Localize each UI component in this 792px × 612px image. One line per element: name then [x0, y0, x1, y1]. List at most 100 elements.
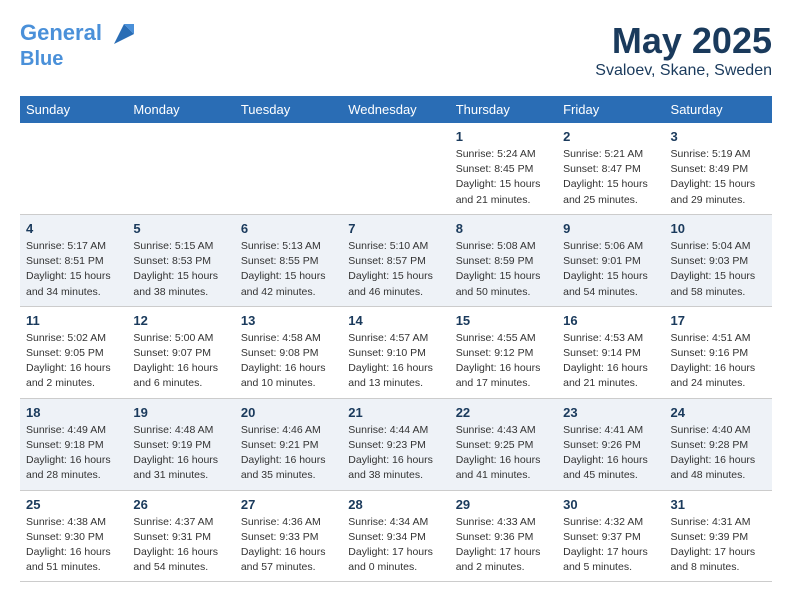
calendar-header: SundayMondayTuesdayWednesdayThursdayFrid… — [20, 96, 772, 123]
day-info: Sunrise: 5:13 AM Sunset: 8:55 PM Dayligh… — [241, 239, 336, 300]
calendar-cell: 23Sunrise: 4:41 AM Sunset: 9:26 PM Dayli… — [557, 398, 664, 490]
week-row-3: 18Sunrise: 4:49 AM Sunset: 9:18 PM Dayli… — [20, 398, 772, 490]
week-row-0: 1 Sunrise: 5:24 AM Sunset: 8:45 PM Daylig… — [20, 123, 772, 214]
day-info: Sunrise: 5:19 AM Sunset: 8:49 PM Dayligh… — [671, 147, 766, 208]
day-number: 20 — [241, 405, 336, 420]
calendar-cell: 30Sunrise: 4:32 AM Sunset: 9:37 PM Dayli… — [557, 490, 664, 582]
calendar-cell: 28 Sunrise: 4:34 AM Sunset: 9:34 PM Dayli… — [342, 490, 449, 582]
day-info: Sunrise: 4:41 AM Sunset: 9:26 PM Dayligh… — [563, 423, 658, 484]
day-number: 15 — [456, 313, 551, 328]
day-number: 28 — [348, 497, 443, 512]
calendar-cell: 1 Sunrise: 5:24 AM Sunset: 8:45 PM Daylig… — [450, 123, 557, 214]
calendar-cell: 12 Sunrise: 5:00 AM Sunset: 9:07 PM Dayli… — [127, 306, 234, 398]
calendar-cell: 4Sunrise: 5:17 AM Sunset: 8:51 PM Daylig… — [20, 214, 127, 306]
week-row-4: 25Sunrise: 4:38 AM Sunset: 9:30 PM Dayli… — [20, 490, 772, 582]
page-header: General Blue May 2025 Svaloev, Skane, Sw… — [20, 20, 772, 80]
day-number: 25 — [26, 497, 121, 512]
header-col-saturday: Saturday — [665, 96, 772, 123]
day-info: Sunrise: 5:04 AM Sunset: 9:03 PM Dayligh… — [671, 239, 766, 300]
day-number: 16 — [563, 313, 658, 328]
day-number: 5 — [133, 221, 228, 236]
day-number: 21 — [348, 405, 443, 420]
day-info: Sunrise: 5:24 AM Sunset: 8:45 PM Dayligh… — [456, 147, 551, 208]
calendar-cell — [20, 123, 127, 214]
day-number: 22 — [456, 405, 551, 420]
day-number: 1 — [456, 129, 551, 144]
day-number: 31 — [671, 497, 766, 512]
day-number: 6 — [241, 221, 336, 236]
day-number: 18 — [26, 405, 121, 420]
calendar-cell: 16Sunrise: 4:53 AM Sunset: 9:14 PM Dayli… — [557, 306, 664, 398]
day-number: 24 — [671, 405, 766, 420]
day-number: 2 — [563, 129, 658, 144]
week-row-1: 4Sunrise: 5:17 AM Sunset: 8:51 PM Daylig… — [20, 214, 772, 306]
day-info: Sunrise: 4:34 AM Sunset: 9:34 PM Dayligh… — [348, 515, 443, 576]
calendar-table: SundayMondayTuesdayWednesdayThursdayFrid… — [20, 96, 772, 582]
day-number: 17 — [671, 313, 766, 328]
calendar-cell: 27Sunrise: 4:36 AM Sunset: 9:33 PM Dayli… — [235, 490, 342, 582]
day-number: 12 — [133, 313, 228, 328]
header-col-friday: Friday — [557, 96, 664, 123]
day-info: Sunrise: 5:08 AM Sunset: 8:59 PM Dayligh… — [456, 239, 551, 300]
calendar-cell — [235, 123, 342, 214]
calendar-cell: 24 Sunrise: 4:40 AM Sunset: 9:28 PM Dayli… — [665, 398, 772, 490]
day-number: 19 — [133, 405, 228, 420]
calendar-cell: 13Sunrise: 4:58 AM Sunset: 9:08 PM Dayli… — [235, 306, 342, 398]
calendar-cell: 17 Sunrise: 4:51 AM Sunset: 9:16 PM Dayli… — [665, 306, 772, 398]
day-info: Sunrise: 5:21 AM Sunset: 8:47 PM Dayligh… — [563, 147, 658, 208]
header-row: SundayMondayTuesdayWednesdayThursdayFrid… — [20, 96, 772, 123]
day-info: Sunrise: 4:33 AM Sunset: 9:36 PM Dayligh… — [456, 515, 551, 576]
day-number: 27 — [241, 497, 336, 512]
logo-blue: Blue — [20, 48, 138, 70]
calendar-cell: 7Sunrise: 5:10 AM Sunset: 8:57 PM Daylig… — [342, 214, 449, 306]
day-info: Sunrise: 4:57 AM Sunset: 9:10 PM Dayligh… — [348, 331, 443, 392]
day-info: Sunrise: 4:46 AM Sunset: 9:21 PM Dayligh… — [241, 423, 336, 484]
calendar-cell: 5 Sunrise: 5:15 AM Sunset: 8:53 PM Daylig… — [127, 214, 234, 306]
calendar-cell — [342, 123, 449, 214]
day-info: Sunrise: 4:40 AM Sunset: 9:28 PM Dayligh… — [671, 423, 766, 484]
day-number: 8 — [456, 221, 551, 236]
day-number: 4 — [26, 221, 121, 236]
day-number: 26 — [133, 497, 228, 512]
day-info: Sunrise: 5:10 AM Sunset: 8:57 PM Dayligh… — [348, 239, 443, 300]
day-info: Sunrise: 5:00 AM Sunset: 9:07 PM Dayligh… — [133, 331, 228, 392]
calendar-cell: 8 Sunrise: 5:08 AM Sunset: 8:59 PM Daylig… — [450, 214, 557, 306]
day-number: 11 — [26, 313, 121, 328]
calendar-cell: 29 Sunrise: 4:33 AM Sunset: 9:36 PM Dayli… — [450, 490, 557, 582]
logo-icon — [110, 20, 138, 48]
calendar-cell: 19Sunrise: 4:48 AM Sunset: 9:19 PM Dayli… — [127, 398, 234, 490]
day-number: 14 — [348, 313, 443, 328]
calendar-cell: 3 Sunrise: 5:19 AM Sunset: 8:49 PM Daylig… — [665, 123, 772, 214]
header-col-wednesday: Wednesday — [342, 96, 449, 123]
day-info: Sunrise: 5:06 AM Sunset: 9:01 PM Dayligh… — [563, 239, 658, 300]
week-row-2: 11Sunrise: 5:02 AM Sunset: 9:05 PM Dayli… — [20, 306, 772, 398]
calendar-cell: 10 Sunrise: 5:04 AM Sunset: 9:03 PM Dayli… — [665, 214, 772, 306]
calendar-cell: 21 Sunrise: 4:44 AM Sunset: 9:23 PM Dayli… — [342, 398, 449, 490]
calendar-cell: 9 Sunrise: 5:06 AM Sunset: 9:01 PM Daylig… — [557, 214, 664, 306]
calendar-cell: 18Sunrise: 4:49 AM Sunset: 9:18 PM Dayli… — [20, 398, 127, 490]
month-title: May 2025 — [595, 20, 772, 62]
day-info: Sunrise: 4:51 AM Sunset: 9:16 PM Dayligh… — [671, 331, 766, 392]
calendar-cell: 14 Sunrise: 4:57 AM Sunset: 9:10 PM Dayli… — [342, 306, 449, 398]
calendar-cell: 20 Sunrise: 4:46 AM Sunset: 9:21 PM Dayli… — [235, 398, 342, 490]
day-number: 29 — [456, 497, 551, 512]
day-info: Sunrise: 4:37 AM Sunset: 9:31 PM Dayligh… — [133, 515, 228, 576]
logo: General Blue — [20, 20, 138, 70]
header-col-tuesday: Tuesday — [235, 96, 342, 123]
calendar-cell: 11Sunrise: 5:02 AM Sunset: 9:05 PM Dayli… — [20, 306, 127, 398]
calendar-cell: 22Sunrise: 4:43 AM Sunset: 9:25 PM Dayli… — [450, 398, 557, 490]
day-info: Sunrise: 4:44 AM Sunset: 9:23 PM Dayligh… — [348, 423, 443, 484]
location: Svaloev, Skane, Sweden — [595, 62, 772, 80]
day-info: Sunrise: 5:15 AM Sunset: 8:53 PM Dayligh… — [133, 239, 228, 300]
calendar-cell: 15Sunrise: 4:55 AM Sunset: 9:12 PM Dayli… — [450, 306, 557, 398]
logo-general: General — [20, 20, 102, 45]
day-info: Sunrise: 4:31 AM Sunset: 9:39 PM Dayligh… — [671, 515, 766, 576]
header-col-monday: Monday — [127, 96, 234, 123]
day-info: Sunrise: 4:58 AM Sunset: 9:08 PM Dayligh… — [241, 331, 336, 392]
day-number: 3 — [671, 129, 766, 144]
header-col-sunday: Sunday — [20, 96, 127, 123]
calendar-cell — [127, 123, 234, 214]
day-number: 10 — [671, 221, 766, 236]
day-number: 9 — [563, 221, 658, 236]
calendar-body: 1 Sunrise: 5:24 AM Sunset: 8:45 PM Daylig… — [20, 123, 772, 582]
